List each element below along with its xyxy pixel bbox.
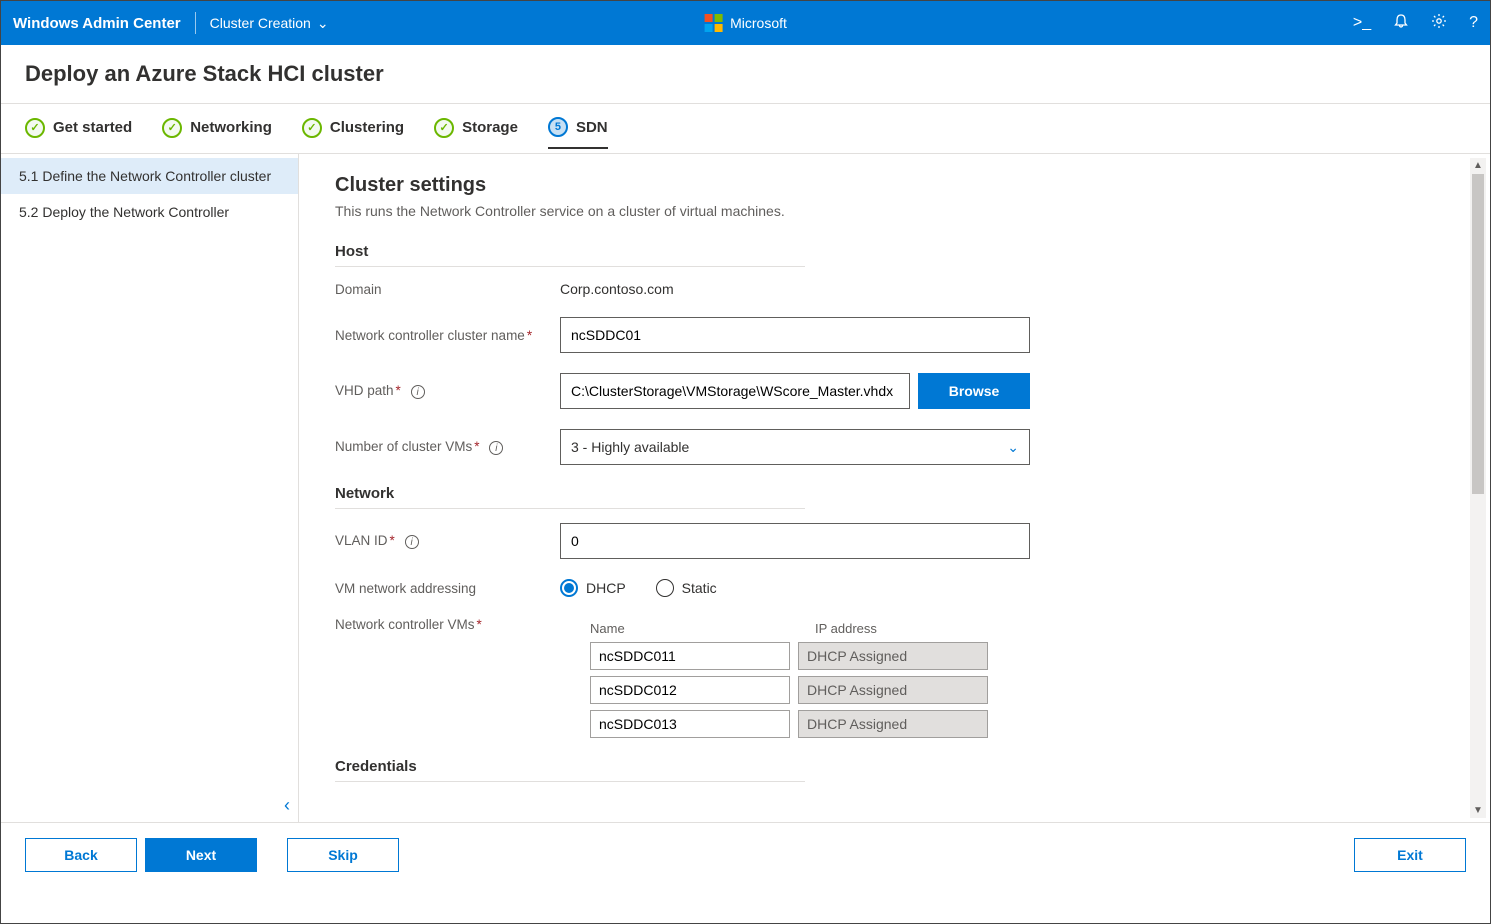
num-vms-select[interactable]: 3 - Highly available ⌄ — [560, 429, 1030, 465]
back-button[interactable]: Back — [25, 838, 137, 872]
step-label: Storage — [462, 119, 518, 136]
info-icon[interactable]: i — [489, 441, 503, 455]
step-networking[interactable]: ✓ Networking — [162, 118, 272, 148]
step-label: Get started — [53, 119, 132, 136]
vm-ip-input — [798, 710, 988, 738]
num-vms-label: Number of cluster VMs* i — [335, 439, 560, 456]
radio-label: DHCP — [586, 580, 626, 596]
browse-button[interactable]: Browse — [918, 373, 1030, 409]
step-label: Clustering — [330, 119, 404, 136]
context-label: Cluster Creation — [210, 15, 311, 31]
table-row — [590, 710, 988, 738]
col-name-header: Name — [590, 621, 815, 636]
divider — [195, 12, 196, 34]
vm-ip-input — [798, 642, 988, 670]
microsoft-logo-icon — [704, 14, 722, 32]
vm-name-input[interactable] — [590, 642, 790, 670]
domain-label: Domain — [335, 282, 560, 297]
credentials-section-header: Credentials — [335, 758, 805, 782]
col-ip-header: IP address — [815, 621, 877, 636]
nc-vms-label: Network controller VMs* — [335, 617, 560, 632]
vm-ip-input — [798, 676, 988, 704]
section-title: Cluster settings — [335, 174, 1454, 197]
section-subtitle: This runs the Network Controller service… — [335, 203, 1454, 219]
step-get-started[interactable]: ✓ Get started — [25, 118, 132, 148]
check-icon: ✓ — [302, 118, 322, 138]
brand-center: Microsoft — [704, 14, 787, 32]
select-value: 3 - Highly available — [571, 439, 689, 455]
host-section-header: Host — [335, 243, 805, 267]
vhd-path-input[interactable] — [560, 373, 910, 409]
nc-name-label: Network controller cluster name* — [335, 328, 560, 343]
network-section-header: Network — [335, 485, 805, 509]
help-icon[interactable]: ? — [1469, 14, 1478, 32]
vlan-id-label: VLAN ID* i — [335, 533, 560, 550]
breadcrumb-context[interactable]: Cluster Creation ⌄ — [210, 15, 329, 32]
settings-icon[interactable] — [1431, 13, 1447, 34]
radio-dhcp[interactable]: DHCP — [560, 579, 626, 597]
scroll-down-icon[interactable]: ▼ — [1470, 805, 1486, 816]
info-icon[interactable]: i — [411, 385, 425, 399]
sidenav-item-define-nc-cluster[interactable]: 5.1 Define the Network Controller cluste… — [1, 158, 298, 194]
notifications-icon[interactable] — [1393, 13, 1409, 34]
table-row — [590, 642, 988, 670]
chevron-down-icon: ⌄ — [317, 15, 329, 32]
brand-label: Microsoft — [730, 15, 787, 31]
page-title: Deploy an Azure Stack HCI cluster — [1, 45, 1490, 104]
check-icon: ✓ — [162, 118, 182, 138]
radio-dot-icon — [656, 579, 674, 597]
wizard-steps: ✓ Get started ✓ Networking ✓ Clustering … — [1, 104, 1490, 154]
step-sdn[interactable]: 5 SDN — [548, 117, 608, 149]
vm-name-input[interactable] — [590, 676, 790, 704]
scrollbar[interactable]: ▲ ▼ — [1470, 158, 1486, 818]
skip-button[interactable]: Skip — [287, 838, 399, 872]
step-clustering[interactable]: ✓ Clustering — [302, 118, 404, 148]
next-button[interactable]: Next — [145, 838, 257, 872]
exit-button[interactable]: Exit — [1354, 838, 1466, 872]
product-name: Windows Admin Center — [13, 15, 195, 32]
vm-name-input[interactable] — [590, 710, 790, 738]
side-nav: 5.1 Define the Network Controller cluste… — [1, 154, 299, 822]
nc-name-input[interactable] — [560, 317, 1030, 353]
domain-value: Corp.contoso.com — [560, 281, 674, 297]
step-label: SDN — [576, 119, 608, 136]
radio-static[interactable]: Static — [656, 579, 717, 597]
info-icon[interactable]: i — [405, 535, 419, 549]
table-row — [590, 676, 988, 704]
step-storage[interactable]: ✓ Storage — [434, 118, 518, 148]
vlan-id-input[interactable] — [560, 523, 1030, 559]
chevron-down-icon: ⌄ — [1007, 439, 1019, 456]
step-number: 5 — [548, 117, 568, 137]
console-icon[interactable]: >_ — [1353, 14, 1371, 32]
radio-dot-icon — [560, 579, 578, 597]
check-icon: ✓ — [25, 118, 45, 138]
wizard-footer: Back Next Skip Exit — [1, 822, 1490, 886]
addressing-label: VM network addressing — [335, 581, 560, 596]
scroll-thumb[interactable] — [1472, 174, 1484, 494]
check-icon: ✓ — [434, 118, 454, 138]
radio-label: Static — [682, 580, 717, 596]
step-label: Networking — [190, 119, 272, 136]
collapse-nav-icon[interactable]: ‹ — [284, 795, 290, 816]
top-bar: Windows Admin Center Cluster Creation ⌄ … — [1, 1, 1490, 45]
sidenav-item-deploy-nc[interactable]: 5.2 Deploy the Network Controller — [1, 194, 298, 230]
vhd-path-label: VHD path* i — [335, 383, 560, 400]
scroll-up-icon[interactable]: ▲ — [1470, 160, 1486, 171]
main-panel: Cluster settings This runs the Network C… — [299, 154, 1490, 822]
nc-vms-table: Name IP address — [560, 621, 988, 738]
